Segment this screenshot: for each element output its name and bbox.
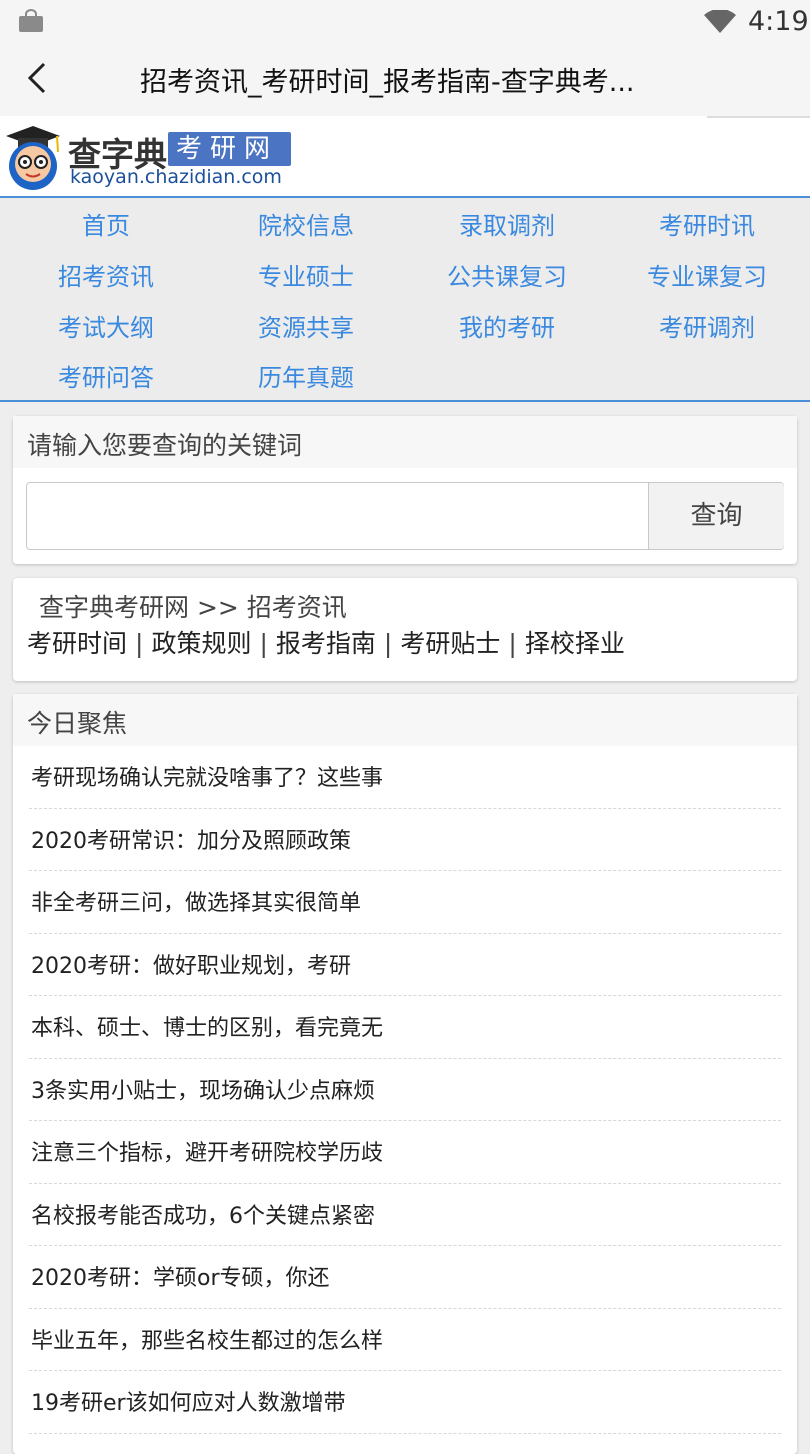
search-heading: 请输入您要查询的关键词 (13, 416, 797, 468)
wifi-icon (704, 10, 736, 33)
logo-tag: 考研网 (168, 132, 291, 166)
logo-url: kaoyan.chazidian.com (70, 166, 282, 188)
sublink-exam-time[interactable]: 考研时间 (27, 629, 127, 658)
nav-item-public-review[interactable]: 公共课复习 (407, 257, 607, 292)
separator: | (508, 629, 517, 658)
nav-item-syllabus[interactable]: 考试大纲 (6, 308, 206, 343)
list-item[interactable]: 考研现场确认完就没啥事了？这些事 (29, 746, 781, 809)
nav-item-home[interactable]: 首页 (6, 206, 206, 241)
main-nav: 首页 院校信息 录取调剂 考研时讯 招考资讯 专业硕士 公共课复习 专业课复习 … (0, 198, 810, 402)
site-header: 查字典 考研网 kaoyan.chazidian.com (0, 116, 810, 198)
page-title: 招考资讯_考研时间_报考指南-查字典考... (140, 67, 635, 98)
separator: | (259, 629, 268, 658)
nav-item-admission[interactable]: 录取调剂 (407, 206, 607, 241)
search-panel: 请输入您要查询的关键词 查询 (13, 416, 797, 564)
nav-item-news[interactable]: 考研时讯 (607, 206, 807, 241)
search-input[interactable] (27, 483, 648, 549)
nav-item-adjustment[interactable]: 考研调剂 (607, 308, 807, 343)
list-item[interactable]: 毕业五年，那些名校生都过的怎么样 (29, 1309, 781, 1371)
sub-category-links: 考研时间 | 政策规则 | 报考指南 | 考研贴士 | 择校择业 (27, 624, 625, 660)
clock: 4:19 (748, 6, 809, 37)
sublink-guide[interactable]: 报考指南 (276, 629, 376, 658)
focus-panel: 今日聚焦 考研现场确认完就没啥事了？这些事 2020考研常识：加分及照顾政策 非… (13, 694, 797, 1454)
search-button[interactable]: 查询 (648, 483, 784, 549)
sublink-policy[interactable]: 政策规则 (151, 629, 251, 658)
search-box: 查询 (26, 482, 784, 550)
separator: | (383, 629, 393, 658)
nav-item-qa[interactable]: 考研问答 (6, 358, 206, 393)
app-bar: 招考资讯_考研时间_报考指南-查字典考... (0, 44, 810, 116)
article-list: 考研现场确认完就没啥事了？这些事 2020考研常识：加分及照顾政策 非全考研三问… (29, 746, 781, 1434)
mascot-logo-icon[interactable] (2, 122, 64, 192)
shopping-bag-icon (19, 9, 43, 32)
nav-item-professional-master[interactable]: 专业硕士 (206, 257, 406, 292)
list-item[interactable]: 非全考研三问，做选择其实很简单 (29, 871, 781, 934)
list-item[interactable]: 19考研er该如何应对人数激增带 (29, 1371, 781, 1434)
nav-item-major-review[interactable]: 专业课复习 (607, 257, 807, 292)
nav-item-past-papers[interactable]: 历年真题 (206, 358, 406, 393)
nav-item-schools[interactable]: 院校信息 (206, 206, 406, 241)
list-item[interactable]: 3条实用小贴士，现场确认少点麻烦 (29, 1059, 781, 1121)
focus-heading: 今日聚焦 (13, 694, 797, 746)
list-item[interactable]: 2020考研常识：加分及照顾政策 (29, 809, 781, 871)
divider (707, 116, 810, 118)
list-item[interactable]: 2020考研：做好职业规划，考研 (29, 934, 781, 996)
nav-item-my-exam[interactable]: 我的考研 (407, 308, 607, 343)
list-item[interactable]: 注意三个指标，避开考研院校学历歧 (29, 1121, 781, 1184)
status-bar: 4:19 (0, 0, 810, 44)
separator: | (135, 629, 144, 658)
breadcrumb[interactable]: 查字典考研网 >> 招考资讯 (39, 588, 347, 624)
nav-item-recruit-info[interactable]: 招考资讯 (6, 257, 206, 292)
list-item[interactable]: 名校报考能否成功，6个关键点紧密 (29, 1184, 781, 1246)
sublink-tips[interactable]: 考研贴士 (400, 629, 500, 658)
back-arrow-icon[interactable] (22, 60, 52, 96)
sublink-school-choice[interactable]: 择校择业 (525, 629, 625, 658)
nav-item-resources[interactable]: 资源共享 (206, 308, 406, 343)
list-item[interactable]: 2020考研：学硕or专硕，你还 (29, 1246, 781, 1309)
category-panel: 查字典考研网 >> 招考资讯 考研时间 | 政策规则 | 报考指南 | 考研贴士 | 择校择业 (13, 578, 797, 681)
list-item[interactable]: 本科、硕士、博士的区别，看完竟无 (29, 996, 781, 1059)
